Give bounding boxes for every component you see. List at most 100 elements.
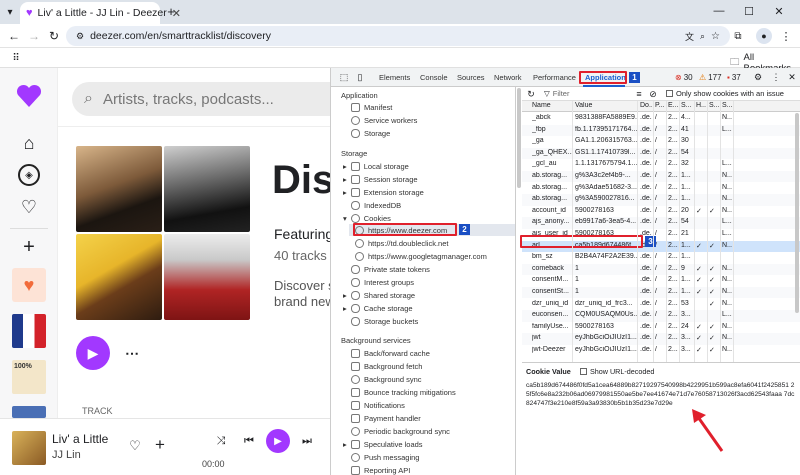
song-title[interactable]: Liv' a Little <box>52 432 108 446</box>
cookie-origin-doubleclick[interactable]: https://td.doubleclick.net <box>355 239 448 248</box>
expand-arrow-icon[interactable]: ▸ <box>343 188 347 197</box>
item-notifications[interactable]: Notifications <box>351 401 405 410</box>
home-icon[interactable]: ⌂ <box>18 132 40 154</box>
tab-console[interactable]: Console <box>420 73 448 82</box>
explore-icon[interactable]: ◈ <box>18 164 40 186</box>
close-window-button[interactable]: ✕ <box>772 4 786 18</box>
table-row[interactable]: consentM... 1 .de.../ 2...1... ✓ ✓ N... <box>522 275 800 286</box>
expand-arrow-icon[interactable]: ▸ <box>343 162 347 171</box>
deezer-search-bar[interactable]: ⌕ Artists, tracks, podcasts... <box>72 82 330 116</box>
item-manifest[interactable]: Manifest <box>351 103 392 112</box>
table-row[interactable]: ab.storag... g%3A3c2ef4b9-... .de.../ 2...1… <box>522 171 800 183</box>
col-domain[interactable]: Do... <box>640 102 652 109</box>
new-tab-button[interactable]: + <box>164 4 178 19</box>
tab-network[interactable]: Network <box>494 73 522 82</box>
favorites-icon[interactable]: ♡ <box>18 196 40 218</box>
maximize-button[interactable]: ☐ <box>742 4 756 18</box>
tab-elements[interactable]: Elements <box>379 73 410 82</box>
table-row[interactable]: ajs_anony... eb9917a6-3ea5-4....de.../ 2..… <box>522 217 800 229</box>
item-interest-groups[interactable]: Interest groups <box>351 278 414 287</box>
column-divider[interactable] <box>694 101 695 362</box>
profile-avatar[interactable]: ● <box>756 28 772 44</box>
liked-tracks-tile[interactable]: ♥ <box>12 268 46 302</box>
play-button[interactable]: ▶ <box>76 336 110 370</box>
column-divider[interactable] <box>707 101 708 362</box>
show-decoded-checkbox[interactable]: Show URL-decoded <box>580 367 654 376</box>
filter-input[interactable]: ▽ Filter <box>544 89 569 98</box>
browser-tab[interactable]: ♥ Liv' a Little - JJ Lin - Deezer ✕ <box>20 2 181 24</box>
column-divider[interactable] <box>679 101 680 362</box>
column-divider[interactable] <box>572 101 573 362</box>
devtools-menu-icon[interactable]: ⋮ <box>771 72 781 82</box>
item-shared-storage[interactable]: ▸ Shared storage <box>343 291 415 300</box>
device-toolbar-icon[interactable]: ▯ <box>355 72 365 82</box>
only-issues-checkbox[interactable]: Only show cookies with an issue <box>666 89 784 98</box>
sidebar-scrollbar[interactable] <box>517 88 521 188</box>
item-local-storage[interactable]: ▸ Local storage <box>343 162 409 171</box>
add-icon[interactable]: + <box>18 236 40 258</box>
playlist-thumb-3[interactable] <box>12 406 46 418</box>
collapse-arrow-icon[interactable]: ▾ <box>343 214 347 223</box>
table-row[interactable]: consentSt... 1 .de.../ 2...1... ✓ ✓ N... <box>522 287 800 299</box>
column-divider[interactable] <box>653 101 654 362</box>
table-row[interactable]: ab.storag... g%3A590027816... .de.../ 2...1… <box>522 194 800 206</box>
item-background-fetch[interactable]: Background fetch <box>351 362 422 371</box>
playlist-thumb-1[interactable] <box>12 314 46 348</box>
expand-arrow-icon[interactable]: ▸ <box>343 291 347 300</box>
item-bounce-tracking[interactable]: Bounce tracking mitigations <box>351 388 456 397</box>
menu-icon[interactable]: ⋮ <box>778 28 794 44</box>
item-background-sync[interactable]: Background sync <box>351 375 422 384</box>
column-divider[interactable] <box>666 101 667 362</box>
item-extension-storage[interactable]: ▸ Extension storage <box>343 188 424 197</box>
like-icon[interactable]: ♡ <box>128 438 142 453</box>
col-value[interactable]: Value <box>575 102 637 109</box>
column-divider[interactable] <box>637 101 638 362</box>
close-devtools-icon[interactable]: ✕ <box>787 72 797 82</box>
extensions-icon[interactable]: ⧉ <box>730 28 746 44</box>
add-to-playlist-icon[interactable]: + <box>152 435 168 454</box>
delete-all-icon[interactable]: ⊘ <box>648 89 658 99</box>
item-bfcache[interactable]: Back/forward cache <box>351 349 430 358</box>
previous-icon[interactable]: ⏮ <box>242 434 256 448</box>
player-play-button[interactable]: ▶ <box>266 429 290 453</box>
item-storage[interactable]: Storage <box>351 129 390 138</box>
tab-performance[interactable]: Performance <box>533 73 576 82</box>
item-speculative-loads[interactable]: ▸ Speculative loads <box>343 440 423 449</box>
col-name[interactable]: Name <box>532 102 572 109</box>
deezer-logo[interactable] <box>16 84 42 108</box>
reload-icon[interactable]: ↻ <box>46 28 62 44</box>
item-session-storage[interactable]: ▸ Session storage <box>343 175 418 184</box>
column-divider[interactable] <box>733 101 734 362</box>
cookie-value-text[interactable]: ca5b189d674486f0fd5a1cea64889b8271929754… <box>526 381 798 408</box>
table-row[interactable]: _abck 9831388FA5889E9....de.../ 2...4... N.… <box>522 113 800 124</box>
warning-count[interactable]: ⚠ 177 <box>699 73 722 82</box>
table-row[interactable]: _gcl_au 1.1.1317675794.1....de.../ 2...32 L… <box>522 159 800 170</box>
bookmark-star-icon[interactable]: ☆ <box>711 31 720 42</box>
error-count[interactable]: ⊗ 30 <box>675 73 693 82</box>
expand-arrow-icon[interactable]: ▸ <box>343 175 347 184</box>
tab-search-icon[interactable]: ▾ <box>4 6 16 18</box>
cookie-origin-googletagmanager[interactable]: https://www.googletagmanager.com <box>355 252 487 261</box>
table-row[interactable]: ab.storag... g%3Adae51682-3....de.../ 2...… <box>522 183 800 194</box>
playlist-thumb-2[interactable]: 100% <box>12 360 46 394</box>
table-scrollbar[interactable] <box>795 113 799 313</box>
column-divider[interactable] <box>720 101 721 362</box>
table-row[interactable]: jwt eyJhbGciOiJIUzI1....de.../ 2...3... ✓ ✓ N… <box>522 333 800 345</box>
table-row[interactable]: jwt-Deezer eyJhbGciOiJIUzI1....de.../ 2...… <box>522 345 800 356</box>
item-service-workers[interactable]: Service workers <box>351 116 417 125</box>
artist-name[interactable]: JJ Lin <box>52 449 81 461</box>
table-row[interactable]: _ga GA1.1.206315763....de.../ 2...30 <box>522 136 800 147</box>
table-row[interactable]: familyUse... 5900278163 .de.../ 2...24 ✓ ✓ N..… <box>522 322 800 333</box>
item-payment-handler[interactable]: Payment handler <box>351 414 421 423</box>
site-info-icon[interactable]: ⚙ <box>76 31 84 42</box>
item-cache-storage[interactable]: ▸ Cache storage <box>343 304 413 313</box>
item-private-state-tokens[interactable]: Private state tokens <box>351 265 430 274</box>
zoom-icon[interactable]: ⌕ <box>700 31 705 42</box>
inspect-element-icon[interactable]: ⬚ <box>339 72 349 82</box>
col-secure[interactable]: S... <box>709 102 719 109</box>
url-field[interactable]: ⚙ deezer.com/en/smarttracklist/discovery… <box>66 26 730 46</box>
apps-icon[interactable]: ⠿ <box>10 52 22 64</box>
now-playing-cover[interactable] <box>12 431 46 465</box>
issues-count[interactable]: ▪ 37 <box>727 73 741 82</box>
clear-filter-icon[interactable]: ≡ <box>634 89 644 99</box>
